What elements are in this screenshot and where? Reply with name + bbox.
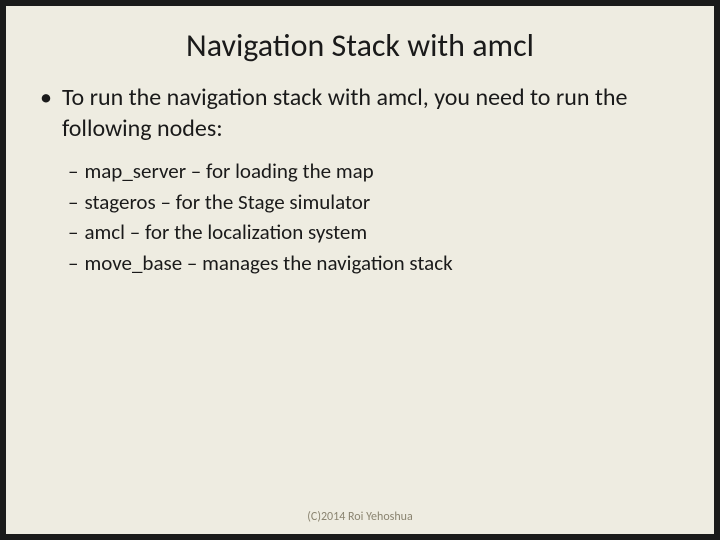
main-bullet: • To run the navigation stack with amcl,… [40,83,680,144]
sub-bullet-text: map_server – for loading the map [84,156,373,186]
sub-bullet: – stageros – for the Stage simulator [68,187,680,217]
slide-title: Navigation Stack with amcl [6,6,714,83]
sub-bullet: – amcl – for the localization system [68,217,680,247]
sub-bullet-text: amcl – for the localization system [84,217,367,247]
sub-bullet: – map_server – for loading the map [68,156,680,186]
sub-bullet-text: move_base – manages the navigation stack [84,248,452,278]
slide: Navigation Stack with amcl • To run the … [6,6,714,534]
bullet-dash-icon: – [68,187,78,217]
bullet-dash-icon: – [68,248,78,278]
bullet-dash-icon: – [68,217,78,247]
sub-bullet-list: – map_server – for loading the map – sta… [40,156,680,278]
main-bullet-text: To run the navigation stack with amcl, y… [62,83,680,144]
sub-bullet: – move_base – manages the navigation sta… [68,248,680,278]
sub-bullet-text: stageros – for the Stage simulator [84,187,370,217]
bullet-dot-icon: • [40,83,52,144]
slide-footer: (C)2014 Roi Yehoshua [6,510,714,524]
bullet-dash-icon: – [68,156,78,186]
slide-content: • To run the navigation stack with amcl,… [6,83,714,278]
